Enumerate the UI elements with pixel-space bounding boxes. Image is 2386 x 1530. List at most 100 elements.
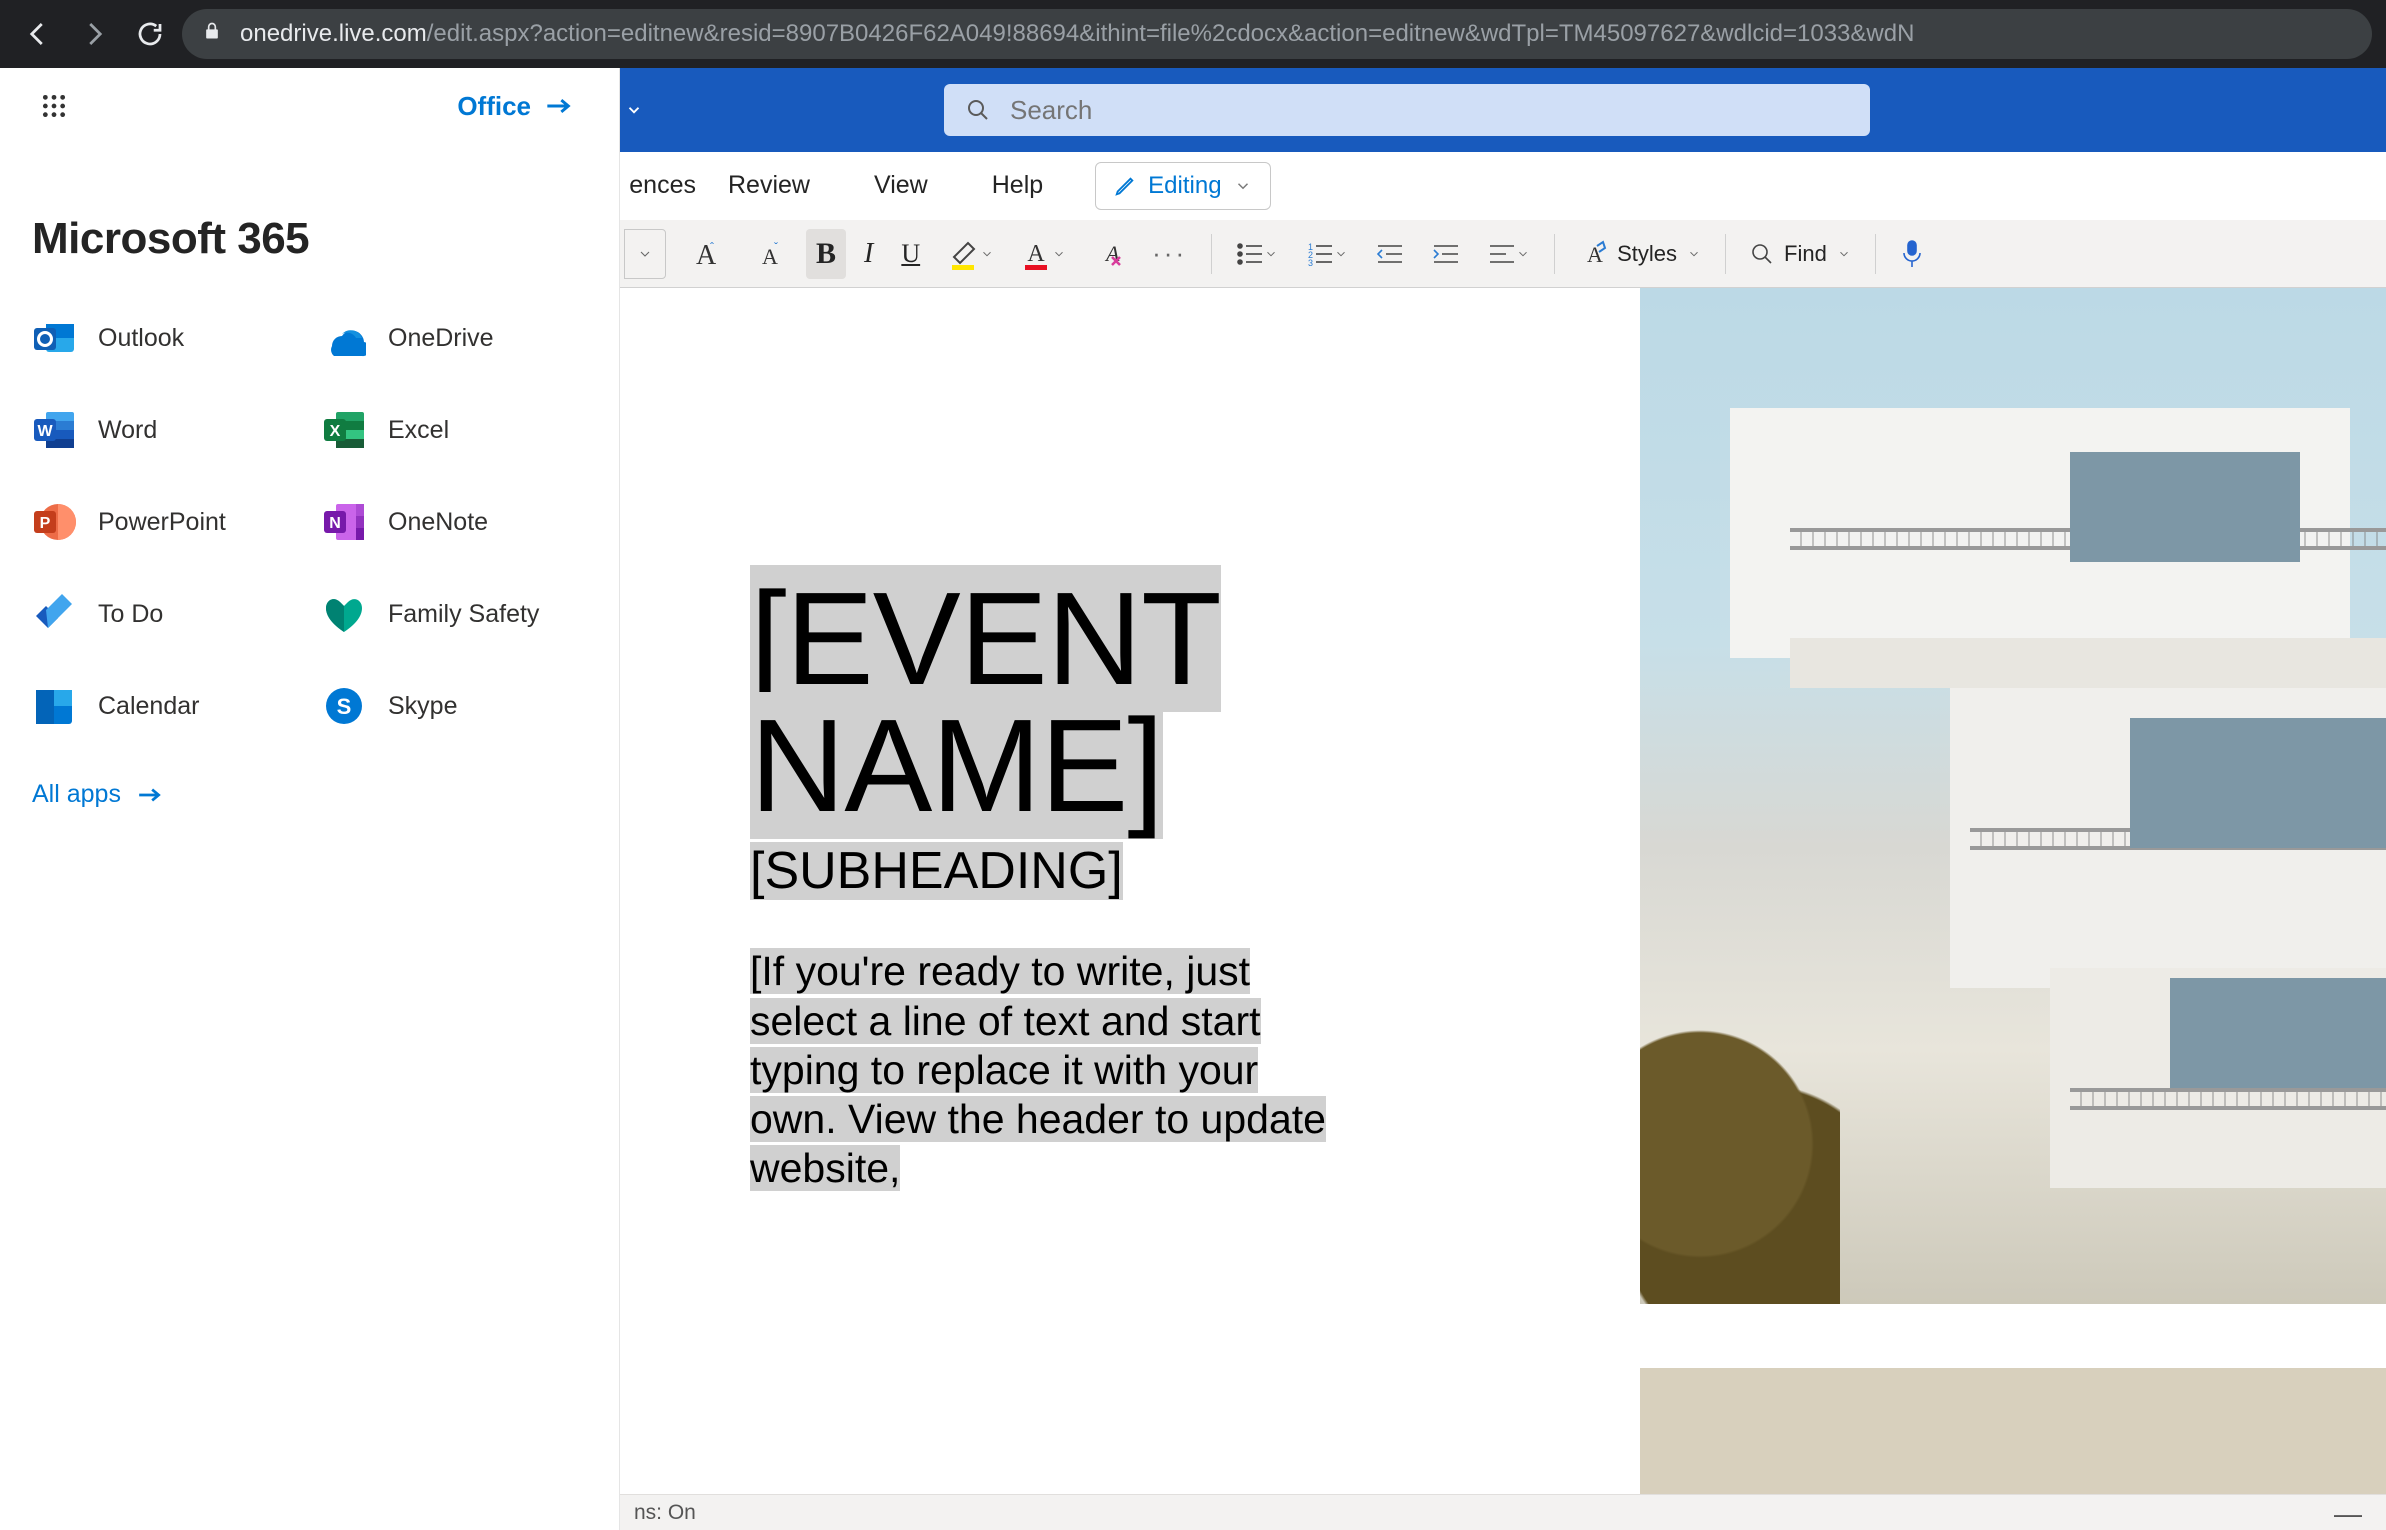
excel-icon: X bbox=[322, 408, 366, 452]
calendar-icon bbox=[32, 684, 76, 728]
tab-references-partial[interactable]: ences bbox=[620, 171, 696, 200]
svg-text:A: A bbox=[1027, 241, 1045, 267]
app-label: OneNote bbox=[388, 508, 488, 537]
font-color-button[interactable]: A bbox=[1012, 229, 1076, 279]
document-title[interactable]: [EVENT NAME] bbox=[750, 576, 1350, 829]
arrow-right-icon bbox=[545, 98, 573, 114]
styles-button[interactable]: A Styles bbox=[1569, 229, 1711, 279]
search-input[interactable] bbox=[1008, 94, 1848, 127]
minimize-icon[interactable]: — bbox=[2334, 1498, 2362, 1530]
document-image[interactable] bbox=[1640, 288, 2386, 1304]
onedrive-icon bbox=[322, 316, 366, 360]
svg-text:ˇ: ˇ bbox=[774, 240, 778, 254]
svg-text:S: S bbox=[337, 694, 352, 719]
office-link-label: Office bbox=[457, 91, 531, 122]
app-label: Skype bbox=[388, 692, 457, 721]
powerpoint-icon: P bbox=[32, 500, 76, 544]
increase-indent-button[interactable] bbox=[1422, 229, 1470, 279]
office-link[interactable]: Office bbox=[457, 91, 581, 122]
skype-icon: S bbox=[322, 684, 366, 728]
more-options-button[interactable]: ··· bbox=[1142, 229, 1197, 279]
app-label: PowerPoint bbox=[98, 508, 226, 537]
app-item-skype[interactable]: S Skype bbox=[322, 684, 602, 728]
outlook-icon bbox=[32, 316, 76, 360]
app-item-word[interactable]: W Word bbox=[32, 408, 312, 452]
search-box[interactable] bbox=[944, 84, 1870, 136]
url-text: onedrive.live.com/edit.aspx?action=editn… bbox=[240, 20, 1914, 48]
decrease-font-size-button[interactable]: Aˇ bbox=[740, 229, 798, 279]
pen-icon bbox=[1114, 175, 1136, 197]
familysafety-icon bbox=[322, 592, 366, 636]
highlight-button[interactable] bbox=[938, 229, 1004, 279]
app-item-onenote[interactable]: N OneNote bbox=[322, 500, 602, 544]
bold-button[interactable]: B bbox=[806, 229, 846, 279]
app-item-powerpoint[interactable]: P PowerPoint bbox=[32, 500, 312, 544]
lock-icon bbox=[202, 19, 222, 50]
status-bar: ns: On — bbox=[620, 1494, 2386, 1530]
ribbon-toolbar: Aˆ Aˇ B I U A A ··· bbox=[620, 220, 2386, 288]
italic-button[interactable]: I bbox=[854, 229, 883, 279]
word-icon: W bbox=[32, 408, 76, 452]
tab-view[interactable]: View bbox=[842, 152, 960, 220]
app-label: Excel bbox=[388, 416, 449, 445]
app-launcher-panel: Office Microsoft 365 Outlook OneDrive bbox=[0, 68, 620, 1530]
tab-help[interactable]: Help bbox=[960, 152, 1075, 220]
svg-text:3: 3 bbox=[1308, 258, 1313, 266]
app-label: Word bbox=[98, 416, 157, 445]
app-item-todo[interactable]: To Do bbox=[32, 592, 312, 636]
word-title-bar bbox=[620, 68, 2386, 152]
tab-review[interactable]: Review bbox=[696, 152, 842, 220]
app-launcher-icon[interactable] bbox=[38, 90, 70, 122]
address-bar[interactable]: onedrive.live.com/edit.aspx?action=editn… bbox=[182, 9, 2372, 59]
app-item-excel[interactable]: X Excel bbox=[322, 408, 602, 452]
onenote-icon: N bbox=[322, 500, 366, 544]
document-text-column[interactable]: [EVENT NAME] [SUBHEADING] [If you're rea… bbox=[750, 576, 1350, 1193]
document-canvas[interactable]: [EVENT NAME] [SUBHEADING] [If you're rea… bbox=[620, 288, 2386, 1530]
forward-button[interactable] bbox=[70, 10, 118, 58]
decrease-indent-button[interactable] bbox=[1366, 229, 1414, 279]
svg-text:W: W bbox=[37, 423, 53, 440]
app-item-familysafety[interactable]: Family Safety bbox=[322, 592, 602, 636]
svg-text:A: A bbox=[1587, 242, 1603, 267]
todo-icon bbox=[32, 592, 76, 636]
svg-text:X: X bbox=[330, 423, 341, 440]
app-item-calendar[interactable]: Calendar bbox=[32, 684, 312, 728]
app-grid: Outlook OneDrive W Word X Ex bbox=[32, 316, 591, 728]
back-button[interactable] bbox=[14, 10, 62, 58]
arrow-right-icon bbox=[137, 787, 163, 803]
find-label: Find bbox=[1784, 241, 1827, 267]
app-item-onedrive[interactable]: OneDrive bbox=[322, 316, 602, 360]
app-label: Outlook bbox=[98, 324, 184, 353]
search-icon bbox=[966, 98, 990, 122]
all-apps-label: All apps bbox=[32, 780, 121, 809]
document-subheading[interactable]: [SUBHEADING] bbox=[750, 841, 1350, 901]
numbering-button[interactable]: 123 bbox=[1296, 229, 1358, 279]
increase-font-size-button[interactable]: Aˆ bbox=[674, 229, 732, 279]
dictate-button[interactable] bbox=[1890, 229, 1934, 279]
find-button[interactable]: Find bbox=[1740, 229, 1861, 279]
clear-formatting-button[interactable]: A bbox=[1084, 229, 1134, 279]
launcher-title: Microsoft 365 bbox=[32, 214, 591, 264]
svg-text:ˆ: ˆ bbox=[710, 240, 714, 254]
align-button[interactable] bbox=[1478, 229, 1540, 279]
browser-chrome: onedrive.live.com/edit.aspx?action=editn… bbox=[0, 0, 2386, 68]
reload-button[interactable] bbox=[126, 10, 174, 58]
font-dropdown-chevron[interactable] bbox=[624, 229, 666, 279]
ribbon-tabs: ences Review View Help Editing bbox=[620, 152, 2386, 220]
all-apps-link[interactable]: All apps bbox=[32, 780, 591, 809]
app-item-outlook[interactable]: Outlook bbox=[32, 316, 312, 360]
app-label: OneDrive bbox=[388, 324, 494, 353]
chevron-down-icon bbox=[1234, 177, 1252, 195]
editing-mode-label: Editing bbox=[1148, 172, 1221, 200]
editing-mode-button[interactable]: Editing bbox=[1095, 162, 1270, 210]
underline-button[interactable]: U bbox=[891, 229, 930, 279]
svg-text:P: P bbox=[40, 515, 51, 532]
bullets-button[interactable] bbox=[1226, 229, 1288, 279]
svg-text:N: N bbox=[329, 515, 341, 532]
status-text: ns: On bbox=[634, 1501, 696, 1525]
chevron-down-icon[interactable] bbox=[614, 90, 654, 130]
styles-label: Styles bbox=[1617, 241, 1677, 267]
app-label: To Do bbox=[98, 600, 163, 629]
app-label: Calendar bbox=[98, 692, 199, 721]
document-body[interactable]: [If you're ready to write, just select a… bbox=[750, 947, 1350, 1193]
